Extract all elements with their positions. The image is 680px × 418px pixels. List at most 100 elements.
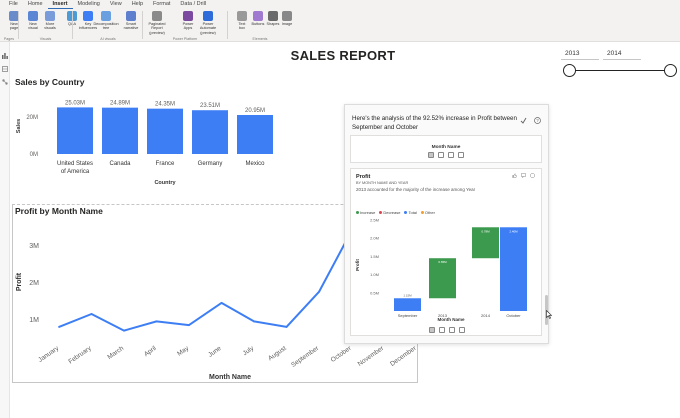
svg-text:?: ? xyxy=(536,118,539,123)
slicer-start-box[interactable]: 2013 xyxy=(561,48,599,60)
chart-type-chip-waterfall[interactable] xyxy=(428,152,434,158)
chart-type-chip-table[interactable] xyxy=(448,152,454,158)
model-view-icon[interactable] xyxy=(2,72,8,85)
y-tick-label: 1.5M xyxy=(370,254,379,259)
ribbon-button-label: Power Apps xyxy=(182,22,194,31)
y-tick-label: 1M xyxy=(29,317,39,324)
x-tick-label: Canada xyxy=(109,161,131,167)
report-view-icon[interactable] xyxy=(2,46,8,59)
ribbon-button-paginated-report-preview[interactable]: Paginated Report (preview) xyxy=(145,10,169,36)
tab-home[interactable]: Home xyxy=(23,0,48,9)
ribbon-group-elements: Elements xyxy=(252,37,268,41)
help-icon[interactable]: ? xyxy=(534,117,541,124)
chart-type-chip-bar[interactable] xyxy=(458,152,464,158)
legend-swatch xyxy=(356,211,359,214)
legend-swatch xyxy=(379,211,383,214)
point-june xyxy=(220,302,223,304)
x-tick-label: November xyxy=(357,344,386,367)
x-axis-title: Country xyxy=(154,180,176,186)
waterfall-data-label: 0.65M xyxy=(438,260,447,264)
ribbon-button-label: Paginated Report (preview) xyxy=(148,22,166,35)
x-tick-label: July xyxy=(242,344,256,357)
x-tick-label: September xyxy=(290,344,321,368)
point-september xyxy=(318,290,320,293)
ribbon-group-ai-visuals: AI visuals xyxy=(100,37,116,41)
data-label: 25.03M xyxy=(65,100,85,106)
tab-view[interactable]: View xyxy=(105,0,127,9)
waterfall-bar-september xyxy=(394,298,421,311)
tab-insert[interactable]: Insert xyxy=(47,0,73,9)
data-label: 23.51M xyxy=(200,103,220,109)
ribbon-button-image[interactable]: Image xyxy=(275,10,299,36)
ribbon-button-decomposition-tree[interactable]: Decomposition tree xyxy=(93,10,119,36)
qa-waterfall-card: Profit BY MONTH NAME AND YEAR 2013 accou… xyxy=(350,168,542,336)
bar-united-states-of-america xyxy=(57,107,93,154)
point-january xyxy=(58,326,60,328)
slider-end-handle[interactable] xyxy=(664,64,677,77)
ribbon-button-more-visuals[interactable]: More visuals xyxy=(38,10,62,36)
ribbon-group-pages: Pages xyxy=(3,37,15,41)
check-icon[interactable] xyxy=(520,117,527,124)
ribbon-button-power-automate-preview[interactable]: Power Automate (preview) xyxy=(196,10,220,36)
y-axis-title: Profit xyxy=(16,272,23,291)
ribbon-button-smart-narrative[interactable]: Smart narrative xyxy=(119,10,143,36)
x-tick-label: October xyxy=(506,313,521,318)
x-tick-label: France xyxy=(156,161,175,167)
ribbon-group-power-platform: Power Platform xyxy=(172,37,198,41)
data-view-icon[interactable] xyxy=(2,59,8,72)
data-label: 24.89M xyxy=(110,101,130,107)
chart-type-chip-waterfall-bottom[interactable] xyxy=(429,327,435,333)
x-tick-label: April xyxy=(143,345,158,359)
x-tick-label: February xyxy=(67,344,93,365)
comment-icon[interactable] xyxy=(521,173,526,178)
waterfall-data-label: 2.40M xyxy=(509,229,518,233)
left-rail xyxy=(0,42,10,418)
slider-start-handle[interactable] xyxy=(563,64,576,77)
chart-type-chip-bar-bottom[interactable] xyxy=(459,327,465,333)
power-bi-report-window: File Home Insert Modeling View Help Format Data… xyxy=(0,0,680,418)
y-axis-title: Sales xyxy=(16,119,22,133)
power-icon xyxy=(183,11,193,21)
x-tick-label: of America xyxy=(61,169,90,175)
page-title: SALES REPORT xyxy=(290,48,396,63)
qa-top-card: Month Name xyxy=(350,135,542,163)
chart-type-chip-line-bottom[interactable] xyxy=(439,327,445,333)
x-tick-label: December xyxy=(389,344,418,367)
y-tick-label: 2M xyxy=(29,280,39,287)
waterfall-chart[interactable]: Profit 0.5M 1.0M 1.5M 2.0M 2.5M 1.15M September… xyxy=(351,215,543,323)
x-axis-title: Month Name xyxy=(209,374,251,381)
x-tick-label: March xyxy=(106,345,125,361)
y-axis-title: Profit xyxy=(355,259,360,271)
slider-track xyxy=(570,70,670,71)
chart-type-chip-line[interactable] xyxy=(438,152,444,158)
chart-type-chip-table-bottom[interactable] xyxy=(449,327,455,333)
tab-help[interactable]: Help xyxy=(127,0,148,9)
x-tick-label: January xyxy=(37,344,61,363)
profit-by-month-title: Profit by Month Name xyxy=(15,206,103,216)
x-tick-label: October xyxy=(330,344,354,363)
ribbon-separator xyxy=(18,11,19,39)
data-label: 20.95M xyxy=(245,108,265,114)
thumbs-up-icon[interactable] xyxy=(512,173,517,178)
ribbon-button-label: Smart narrative xyxy=(123,22,139,31)
tab-modeling[interactable]: Modeling xyxy=(73,0,105,9)
x-tick-label: May xyxy=(176,344,191,357)
slicer-end-box[interactable]: 2014 xyxy=(603,48,641,60)
ribbon-button-label: New visual xyxy=(28,22,38,31)
tab-format[interactable]: Format xyxy=(148,0,175,9)
x-tick-label: August xyxy=(267,345,288,362)
paginated-report-icon xyxy=(152,11,162,21)
top-card-label: Month Name xyxy=(431,145,461,150)
profit-line xyxy=(58,229,385,332)
tab-data-drill[interactable]: Data / Drill xyxy=(175,0,211,9)
mouse-cursor-icon xyxy=(546,310,552,319)
x-tick-label: Germany xyxy=(198,161,223,167)
x-tick-label: September xyxy=(398,313,418,318)
sales-by-country-title: Sales by Country xyxy=(15,77,85,87)
bar-germany xyxy=(192,110,228,154)
tab-file[interactable]: File xyxy=(4,0,23,9)
ribbon-button-label: New page xyxy=(9,22,19,31)
sales-by-country-chart[interactable]: Sales 0M 20M 25.03M United States of America 2… xyxy=(12,88,292,200)
more-options-icon[interactable] xyxy=(530,173,535,178)
point-march xyxy=(123,329,125,332)
